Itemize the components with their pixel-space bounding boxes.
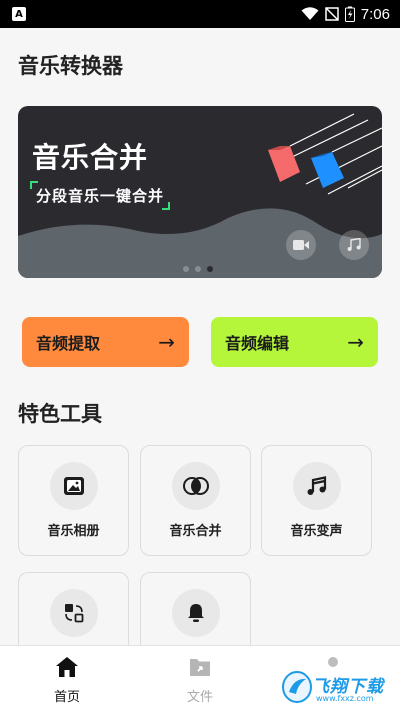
music-note-icon [339, 230, 369, 260]
battery-charging-icon [344, 6, 355, 22]
watermark-emblem [282, 671, 312, 703]
merge-circles-icon [172, 462, 220, 510]
corner-bracket [30, 181, 38, 189]
nav-files-label: 文件 [186, 690, 213, 705]
banner-subtitle: 分段音乐一键合并 [36, 187, 165, 205]
banner-title: 音乐合并 [32, 141, 149, 174]
convert-icon [50, 589, 98, 637]
nav-home-label: 首页 [53, 690, 80, 705]
no-signal-icon [325, 7, 339, 21]
status-bar: A 7:06 [0, 0, 400, 28]
tool-card-music-album[interactable]: 音乐相册 [18, 445, 129, 556]
bell-icon [172, 589, 220, 637]
tool-label: 音乐合并 [169, 524, 222, 539]
tool-label: 音乐相册 [47, 524, 100, 539]
status-time: 7:06 [360, 5, 390, 23]
music-note-icon [293, 462, 341, 510]
corner-bracket [162, 202, 171, 210]
carousel-dot[interactable] [183, 266, 189, 272]
arrow-right-icon: → [158, 330, 175, 354]
app-notification-icon: A [12, 7, 26, 21]
audio-extract-label: 音频提取 [36, 334, 101, 353]
arrow-right-icon: → [347, 330, 364, 354]
folder-icon [188, 659, 212, 682]
carousel-indicator [183, 266, 213, 272]
wifi-icon [301, 7, 319, 21]
promo-banner[interactable]: 音乐合并 分段音乐一键合并 [18, 106, 382, 278]
banner-subtitle-box: 分段音乐一键合并 [30, 181, 171, 210]
home-icon [55, 657, 79, 682]
nav-home[interactable]: 首页 [27, 656, 107, 705]
carousel-dot-active[interactable] [207, 266, 213, 272]
page-title: 音乐转换器 [18, 54, 123, 78]
tool-card-voice-change[interactable]: 音乐变声 [261, 445, 372, 556]
tool-label: 音乐变声 [290, 524, 343, 539]
tool-card-music-merge[interactable]: 音乐合并 [140, 445, 251, 556]
section-title: 特色工具 [18, 402, 102, 426]
audio-extract-button[interactable]: 音频提取 → [22, 317, 189, 367]
watermark-logo: 飞翔下载 www.fxxz.com [282, 668, 392, 708]
carousel-dot[interactable] [195, 266, 201, 272]
watermark-url: www.fxxz.com [316, 694, 374, 703]
photo-album-icon [50, 462, 98, 510]
video-icon [286, 230, 316, 260]
audio-edit-button[interactable]: 音频编辑 → [211, 317, 378, 367]
audio-edit-label: 音频编辑 [225, 334, 290, 353]
nav-files[interactable]: 文件 [160, 656, 240, 705]
